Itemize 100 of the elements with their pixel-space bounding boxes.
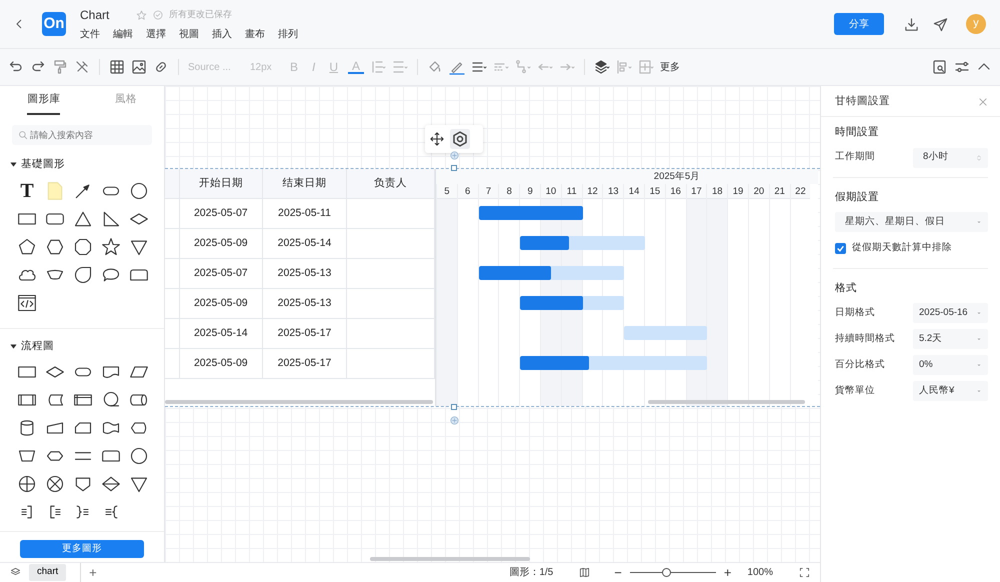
panel-tab[interactable]: 圖形庫 xyxy=(27,86,60,115)
day-label: 11 xyxy=(562,184,582,199)
field-label: 日期格式 xyxy=(835,306,876,320)
zoom-slider[interactable] xyxy=(630,568,716,577)
table-cell: 2025-05-14 xyxy=(180,319,263,349)
gear-icon[interactable] xyxy=(450,129,470,149)
dropdown-field[interactable]: 星期六、星期日、假日 xyxy=(835,212,988,232)
table-cell: 2025-05-07 xyxy=(180,259,263,289)
panel-title: 甘特圖設置 xyxy=(835,94,890,109)
menu-item[interactable]: 畫布 xyxy=(245,27,265,42)
format-painter-icon[interactable] xyxy=(52,59,68,75)
link-icon[interactable] xyxy=(153,59,169,75)
checkbox-label: 從假期天數計算中排除 xyxy=(852,241,952,256)
day-label: 7 xyxy=(478,184,498,199)
field-label: 貨幣單位 xyxy=(835,384,876,398)
caret-down-icon[interactable] xyxy=(10,342,17,350)
day-label: 14 xyxy=(624,184,644,199)
document-title: Chart xyxy=(80,7,110,24)
scrollbar[interactable] xyxy=(165,400,433,404)
star-icon[interactable] xyxy=(136,10,147,20)
text-tool[interactable]: T xyxy=(20,180,34,200)
summing-junction-icon[interactable] xyxy=(17,474,37,494)
day-label: 12 xyxy=(582,184,602,199)
day-label: 9 xyxy=(520,184,540,199)
circle-icon[interactable] xyxy=(129,446,149,466)
menu-item[interactable]: 文件 xyxy=(80,27,100,42)
add-page-button[interactable]: + xyxy=(80,562,97,582)
menu-item[interactable]: 排列 xyxy=(278,27,298,42)
menu-item[interactable]: 編輯 xyxy=(113,27,133,42)
day-label: 20 xyxy=(748,184,769,199)
or-symbol-icon[interactable] xyxy=(45,474,65,494)
column-header[interactable]: 开始日期 xyxy=(180,169,263,199)
menu-item[interactable]: 選擇 xyxy=(146,27,166,42)
day-label: 22 xyxy=(790,184,810,199)
caret-down-icon[interactable] xyxy=(10,161,17,168)
dropdown-field[interactable]: 5.2天 xyxy=(913,329,988,350)
more-dropdown[interactable]: 更多 xyxy=(660,60,680,74)
settings-sliders-icon[interactable] xyxy=(954,59,970,75)
scrollbar[interactable] xyxy=(648,400,805,404)
dropdown-field[interactable]: 2025-05-16 xyxy=(913,303,988,324)
layers-icon[interactable] xyxy=(594,59,610,75)
leaf-shape-icon[interactable] xyxy=(73,264,93,284)
menu-item[interactable]: 插入 xyxy=(212,27,232,42)
gantt-bar[interactable] xyxy=(520,356,708,370)
add-handle-icon[interactable] xyxy=(450,151,459,160)
map-icon[interactable] xyxy=(579,567,590,578)
field-label: 工作期間 xyxy=(835,150,876,164)
star-icon[interactable] xyxy=(101,236,121,256)
resize-handle[interactable] xyxy=(451,404,457,410)
add-handle-icon[interactable] xyxy=(450,416,459,425)
menu-item[interactable]: 視圖 xyxy=(179,27,199,42)
gantt-bar[interactable] xyxy=(520,296,624,310)
code-window-icon[interactable] xyxy=(17,292,37,312)
search-field[interactable]: 請輸入搜索內容 xyxy=(12,124,152,145)
find-icon[interactable] xyxy=(932,59,948,75)
download-icon[interactable] xyxy=(904,16,919,32)
section-title: 時間設置 xyxy=(834,124,880,140)
slider-thumb[interactable] xyxy=(662,568,671,577)
move-icon[interactable] xyxy=(430,132,444,146)
search-icon xyxy=(18,130,28,140)
dropdown-field[interactable]: 人民幣¥ xyxy=(913,381,988,402)
clear-format-icon[interactable] xyxy=(74,59,90,75)
day-label: 16 xyxy=(666,184,686,199)
table-icon[interactable] xyxy=(109,59,125,75)
day-label: 19 xyxy=(728,184,748,199)
share-button[interactable]: 分享 xyxy=(834,13,884,35)
zoom-in-button[interactable]: + xyxy=(724,562,732,582)
gantt-bar[interactable] xyxy=(520,236,645,250)
send-icon[interactable] xyxy=(933,16,948,32)
close-icon[interactable] xyxy=(978,96,988,107)
column-header[interactable]: 负责人 xyxy=(347,169,435,199)
fullscreen-icon[interactable] xyxy=(799,567,810,578)
section-title[interactable]: 基礎圖形 xyxy=(21,156,65,172)
pentagon-icon[interactable] xyxy=(17,236,37,256)
table-cell: 2025-05-14 xyxy=(262,229,348,259)
day-label: 6 xyxy=(458,184,478,199)
dropdown-field[interactable]: 0% xyxy=(913,355,988,376)
day-label: 13 xyxy=(603,184,624,199)
table-cell: 2025-05-13 xyxy=(262,289,348,319)
page-tab[interactable]: chart xyxy=(29,564,66,581)
day-label: 21 xyxy=(770,184,790,199)
table-cell: 2025-05-17 xyxy=(262,349,348,379)
octagon-icon[interactable] xyxy=(73,236,93,256)
circle-icon[interactable] xyxy=(129,180,149,200)
check-circle-icon xyxy=(153,10,163,20)
checkbox[interactable] xyxy=(835,242,846,254)
column-header[interactable]: 结束日期 xyxy=(262,169,348,199)
section-title[interactable]: 流程圖 xyxy=(21,338,54,354)
table-cell: 2025-05-09 xyxy=(180,229,263,259)
gantt-bar[interactable] xyxy=(478,266,624,280)
layers-icon[interactable] xyxy=(10,567,21,578)
section-title: 假期設置 xyxy=(833,176,988,210)
resize-handle[interactable] xyxy=(451,165,457,171)
table-cell: 2025-05-09 xyxy=(180,289,263,319)
image-icon[interactable] xyxy=(131,59,147,75)
more-shapes-button[interactable]: 更多圖形 xyxy=(20,540,144,558)
day-label: 5 xyxy=(437,184,457,199)
stepper-field[interactable]: 8小时 xyxy=(913,148,988,168)
zoom-out-button[interactable]: − xyxy=(614,562,622,582)
field-label: 百分比格式 xyxy=(835,358,886,372)
